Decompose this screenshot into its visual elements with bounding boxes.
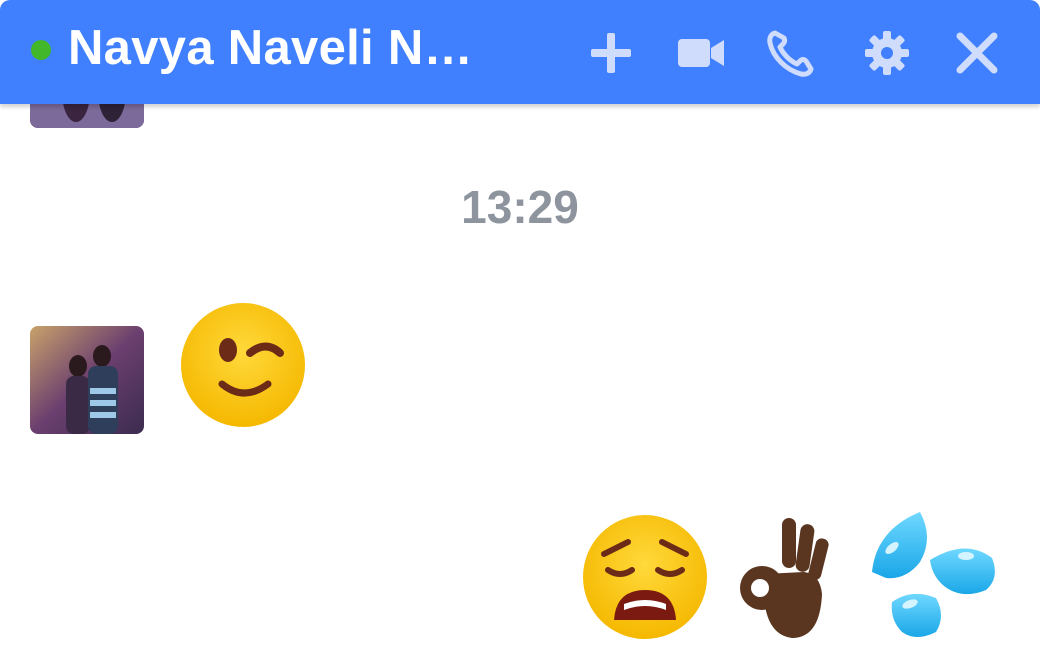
gear-icon[interactable] <box>862 28 912 78</box>
message-area[interactable]: 13:29 <box>0 104 1040 660</box>
phone-icon[interactable] <box>766 28 816 78</box>
winking-face-emoji[interactable] <box>178 300 308 430</box>
contact-avatar[interactable] <box>30 326 144 434</box>
plus-icon[interactable] <box>586 28 636 78</box>
weary-face-emoji[interactable] <box>580 512 710 642</box>
message-timestamp: 13:29 <box>461 181 579 233</box>
partial-emoji <box>350 104 650 126</box>
video-camera-icon[interactable] <box>676 28 726 78</box>
ok-hand-emoji[interactable] <box>734 514 830 640</box>
contact-avatar[interactable] <box>30 104 144 128</box>
contact-name[interactable]: Navya Naveli N… <box>68 20 473 76</box>
chat-header: Navya Naveli N… <box>0 0 1040 104</box>
online-status-dot <box>31 40 51 60</box>
close-icon[interactable] <box>952 28 1002 78</box>
sweat-droplets-emoji[interactable] <box>866 508 1000 642</box>
